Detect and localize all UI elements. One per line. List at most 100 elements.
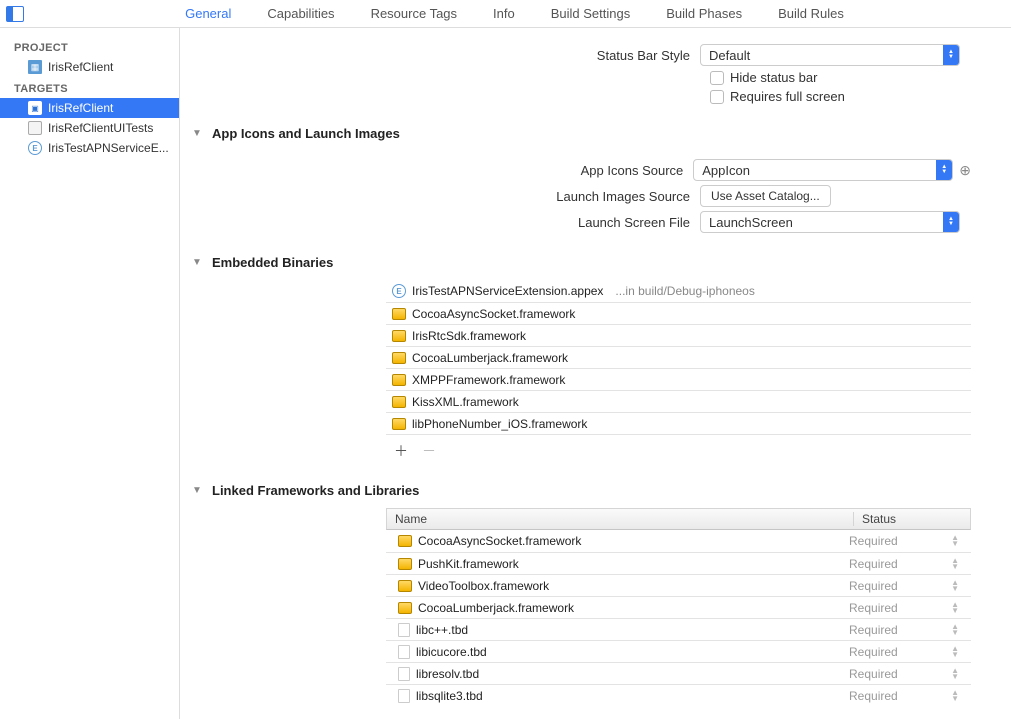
status-stepper-icon[interactable]: ▲▼ (951, 558, 959, 570)
uitest-icon (28, 121, 42, 135)
tab-capabilities[interactable]: Capabilities (265, 2, 336, 25)
status-value: Required (849, 557, 898, 571)
status-stepper-icon[interactable]: ▲▼ (951, 668, 959, 680)
status-stepper-icon[interactable]: ▲▼ (951, 624, 959, 636)
app-icons-source-label: App Icons Source (190, 163, 693, 178)
table-row[interactable]: libsqlite3.tbdRequired▲▼ (386, 684, 971, 706)
framework-icon (398, 558, 412, 570)
status-value: Required (849, 689, 898, 703)
tab-build-phases[interactable]: Build Phases (664, 2, 744, 25)
table-row[interactable]: libc++.tbd Required ▲▼ (386, 618, 971, 640)
list-item[interactable]: KissXML.framework (386, 390, 971, 412)
framework-icon (398, 580, 412, 592)
list-item[interactable]: CocoaAsyncSocket.framework (386, 302, 971, 324)
status-value: Required (849, 623, 898, 637)
status-stepper-icon[interactable]: ▲▼ (951, 535, 959, 547)
launch-screen-file-popup[interactable]: LaunchScreen ▲▼ (700, 211, 960, 233)
framework-icon (398, 602, 412, 614)
launch-screen-file-value: LaunchScreen (709, 215, 793, 230)
file-icon (398, 667, 410, 681)
disclosure-triangle-icon[interactable]: ▼ (190, 485, 204, 496)
launch-images-source-label: Launch Images Source (190, 189, 700, 204)
list-item[interactable]: EIrisTestAPNServiceExtension.appex...in … (386, 280, 971, 302)
status-value: Required (849, 601, 898, 615)
toggle-panel-button[interactable] (6, 6, 24, 22)
table-row[interactable]: VideoToolbox.frameworkRequired▲▼ (386, 574, 971, 596)
status-cell[interactable]: Required ▲▼ (849, 579, 965, 593)
status-cell[interactable]: Required ▲▼ (849, 534, 965, 548)
use-asset-catalog-label: Use Asset Catalog... (711, 189, 820, 203)
file-icon (398, 623, 410, 637)
linked-header-status[interactable]: Status (854, 512, 970, 526)
extension-icon: E (28, 141, 42, 155)
sidebar-project-item[interactable]: ▦ IrisRefClient (0, 57, 179, 77)
status-cell[interactable]: Required ▲▼ (849, 623, 965, 637)
list-item[interactable]: IrisRtcSdk.framework (386, 324, 971, 346)
status-stepper-icon[interactable]: ▲▼ (951, 646, 959, 658)
table-row[interactable]: CocoaAsyncSocket.framework Required ▲▼ (386, 530, 971, 552)
tab-resource-tags[interactable]: Resource Tags (369, 2, 459, 25)
status-cell[interactable]: Required▲▼ (849, 645, 965, 659)
item-name: XMPPFramework.framework (412, 373, 565, 387)
status-cell[interactable]: Required▲▼ (849, 667, 965, 681)
status-cell[interactable]: Required ▲▼ (849, 601, 965, 615)
tab-info[interactable]: Info (491, 2, 517, 25)
app-icons-source-value: AppIcon (702, 163, 750, 178)
disclosure-triangle-icon[interactable]: ▼ (190, 128, 204, 139)
table-row[interactable]: PushKit.frameworkRequired▲▼ (386, 552, 971, 574)
add-embedded-button[interactable]: ＋ (394, 441, 408, 461)
tab-build-settings[interactable]: Build Settings (549, 2, 633, 25)
requires-full-screen-checkbox[interactable] (710, 90, 724, 104)
status-stepper-icon[interactable]: ▲▼ (951, 580, 959, 592)
editor-top-bar: General Capabilities Resource Tags Info Buil… (0, 0, 1011, 28)
linked-frameworks-list: CocoaAsyncSocket.frameworkRequired▲▼Push… (386, 530, 971, 706)
framework-icon (392, 330, 406, 342)
table-row[interactable]: libicucore.tbd Required▲▼ (386, 640, 971, 662)
sidebar-target-uitests[interactable]: IrisRefClientUITests (0, 118, 179, 138)
status-bar-style-label: Status Bar Style (190, 48, 700, 63)
item-name: libc++.tbd (416, 623, 468, 637)
item-name: CocoaAsyncSocket.framework (418, 534, 581, 548)
sidebar-target-label: IrisRefClient (48, 101, 113, 115)
status-value: Required (849, 534, 898, 548)
app-icons-source-popup[interactable]: AppIcon ▲▼ (693, 159, 953, 181)
framework-icon (392, 352, 406, 364)
sidebar-target-app[interactable]: ▣ IrisRefClient (0, 98, 179, 118)
status-bar-style-popup[interactable]: Default ▲▼ (700, 44, 960, 66)
app-icons-migrate-icon[interactable]: ⊕ (959, 162, 971, 179)
use-asset-catalog-button[interactable]: Use Asset Catalog... (700, 185, 831, 207)
framework-icon (392, 308, 406, 320)
table-row[interactable]: libresolv.tbdRequired▲▼ (386, 662, 971, 684)
remove-embedded-button[interactable]: － (422, 441, 436, 461)
requires-full-screen-label: Requires full screen (730, 89, 845, 104)
linked-table-header: Name Status (386, 508, 971, 530)
item-name: CocoaLumberjack.framework (418, 601, 574, 615)
item-name: libicucore.tbd (416, 645, 487, 659)
launch-screen-file-label: Launch Screen File (190, 215, 700, 230)
status-cell[interactable]: Required ▲▼ (849, 557, 965, 571)
sidebar-targets-header: TARGETS (0, 77, 179, 98)
hide-status-bar-checkbox[interactable] (710, 71, 724, 85)
list-item[interactable]: CocoaLumberjack.framework (386, 346, 971, 368)
editor-main: Status Bar Style Default ▲▼ Hide status … (180, 28, 1011, 719)
framework-icon (392, 374, 406, 386)
list-item[interactable]: libPhoneNumber_iOS.framework (386, 412, 971, 434)
status-value: Required (849, 579, 898, 593)
section-title-embedded: Embedded Binaries (212, 255, 333, 270)
table-row[interactable]: CocoaLumberjack.framework Required ▲▼ (386, 596, 971, 618)
embedded-binaries-list: EIrisTestAPNServiceExtension.appex...in … (386, 280, 971, 435)
linked-header-name[interactable]: Name (387, 512, 854, 526)
tab-general[interactable]: General (183, 2, 233, 25)
item-name: IrisRtcSdk.framework (412, 329, 526, 343)
disclosure-triangle-icon[interactable]: ▼ (190, 257, 204, 268)
status-stepper-icon[interactable]: ▲▼ (951, 602, 959, 614)
tab-build-rules[interactable]: Build Rules (776, 2, 846, 25)
item-name: CocoaLumberjack.framework (412, 351, 568, 365)
framework-icon (398, 535, 412, 547)
editor-tabs: General Capabilities Resource Tags Info Buil… (24, 2, 1005, 25)
status-bar-style-value: Default (709, 48, 750, 63)
sidebar-target-extension[interactable]: E IrisTestAPNServiceE... (0, 138, 179, 158)
status-stepper-icon[interactable]: ▲▼ (951, 690, 959, 702)
list-item[interactable]: XMPPFramework.framework (386, 368, 971, 390)
status-cell[interactable]: Required ▲▼ (849, 689, 965, 703)
